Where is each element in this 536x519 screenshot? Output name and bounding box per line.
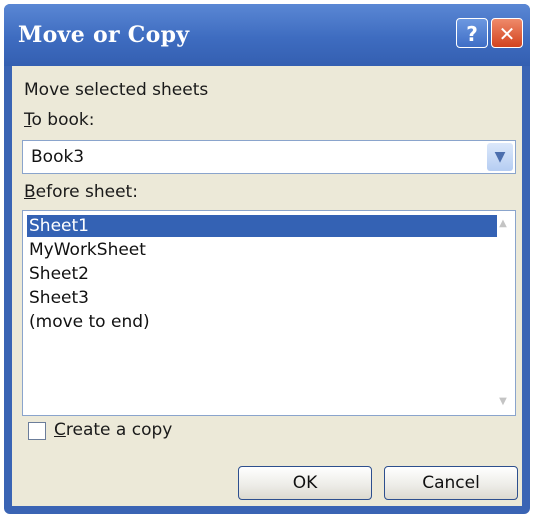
scroll-up-icon[interactable]: ▲ [493, 215, 513, 233]
ok-button[interactable]: OK [238, 466, 372, 500]
list-item[interactable]: (move to end) [27, 311, 497, 333]
create-copy-checkbox[interactable] [28, 422, 46, 440]
listbox-scrollbar[interactable]: ▲ ▼ [493, 213, 513, 413]
to-book-label-text: o book: [31, 110, 95, 130]
create-copy-label[interactable]: Create a copy [54, 420, 172, 440]
before-sheet-label-text: efore sheet: [35, 182, 138, 202]
dialog-body: Move selected sheets To book: Book3 ▼ Be… [12, 66, 522, 506]
help-icon: ? [466, 22, 478, 46]
to-book-value: Book3 [31, 147, 85, 167]
dialog-title: Move or Copy [18, 22, 190, 48]
list-item[interactable]: Sheet1 [27, 215, 497, 237]
list-item[interactable]: MyWorkSheet [27, 239, 497, 261]
chevron-down-icon[interactable]: ▼ [487, 143, 513, 171]
to-book-accesskey: T [24, 110, 32, 130]
close-icon: ✕ [498, 22, 516, 46]
to-book-dropdown[interactable]: Book3 ▼ [22, 140, 516, 174]
cancel-button[interactable]: Cancel [384, 466, 518, 500]
list-item[interactable]: Sheet3 [27, 287, 497, 309]
before-sheet-label: Before sheet: [24, 182, 138, 202]
close-button[interactable]: ✕ [491, 18, 523, 48]
create-copy-label-text: reate a copy [65, 420, 173, 440]
before-sheet-listbox[interactable]: Sheet1 MyWorkSheet Sheet2 Sheet3 (move t… [22, 210, 516, 416]
help-button[interactable]: ? [456, 18, 488, 48]
move-selected-sheets-label: Move selected sheets [24, 80, 209, 100]
before-sheet-accesskey: B [24, 182, 36, 202]
move-or-copy-dialog: Move or Copy ? ✕ Move selected sheets To… [4, 4, 530, 514]
list-item[interactable]: Sheet2 [27, 263, 497, 285]
title-bar[interactable]: Move or Copy ? ✕ [4, 4, 530, 66]
to-book-label: To book: [24, 110, 94, 130]
scroll-down-icon[interactable]: ▼ [493, 393, 513, 411]
create-copy-accesskey: C [54, 420, 66, 440]
